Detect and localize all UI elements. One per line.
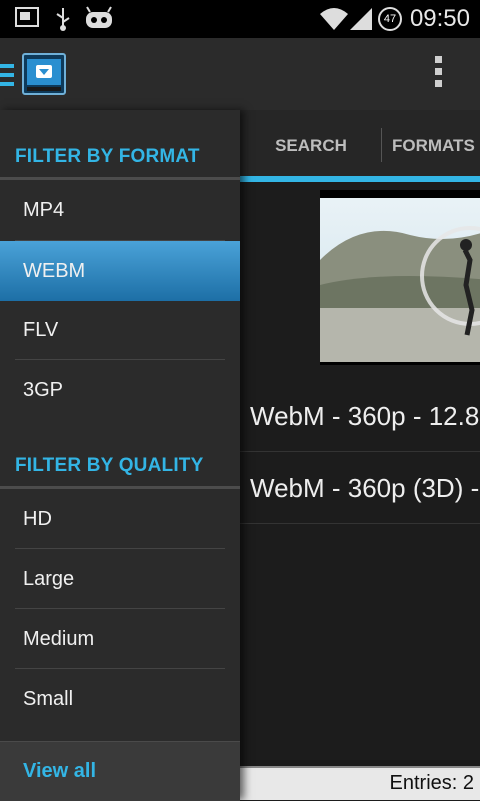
quality-item-medium[interactable]: Medium — [0, 609, 240, 669]
format-section-title: FILTER BY FORMAT — [15, 146, 200, 167]
quality-item-small[interactable]: Small — [0, 669, 240, 729]
view-all-label: View all — [23, 760, 97, 782]
tab-bar: SEARCH FORMATS — [240, 110, 480, 182]
format-item-3gp[interactable]: 3GP — [0, 360, 240, 420]
view-all-button[interactable]: View all — [0, 741, 240, 801]
drawer-indicator-icon[interactable] — [0, 64, 16, 88]
tab-indicator — [240, 176, 480, 182]
footer-bar: Entries: 2 — [240, 766, 480, 800]
filter-drawer: FILTER BY FORMAT MP4 WEBM FLV 3GP FILTER… — [0, 110, 240, 801]
quality-item-hd[interactable]: HD — [0, 489, 240, 549]
app-logo-icon[interactable] — [22, 52, 66, 96]
quality-section-title: FILTER BY QUALITY — [15, 455, 204, 476]
status-time: 09:50 — [409, 5, 470, 32]
action-bar — [0, 38, 480, 111]
screen-icon — [15, 7, 39, 27]
main-content: SEARCH FORMATS WebM - 360p - 12.8 WebM -… — [240, 110, 480, 800]
tab-formats[interactable]: FORMATS — [392, 110, 480, 182]
result-row[interactable]: WebM - 360p (3D) - — [240, 452, 480, 524]
format-item-webm[interactable]: WEBM — [0, 241, 240, 301]
result-row[interactable]: WebM - 360p - 12.8 — [240, 380, 480, 452]
tab-divider — [381, 128, 382, 162]
cyanogen-icon — [86, 6, 112, 28]
video-thumbnail[interactable] — [320, 190, 480, 365]
signal-icon — [350, 8, 372, 30]
format-item-flv[interactable]: FLV — [0, 300, 240, 360]
overflow-menu-icon[interactable] — [428, 56, 448, 96]
wifi-icon — [320, 8, 348, 30]
usb-icon — [56, 8, 70, 31]
quality-item-large[interactable]: Large — [0, 549, 240, 609]
tab-search[interactable]: SEARCH — [240, 110, 382, 182]
entries-count: Entries: 2 — [389, 772, 474, 794]
status-bar: 47 09:50 — [0, 0, 480, 38]
format-item-mp4[interactable]: MP4 — [0, 180, 240, 240]
battery-icon: 47 — [378, 7, 402, 31]
